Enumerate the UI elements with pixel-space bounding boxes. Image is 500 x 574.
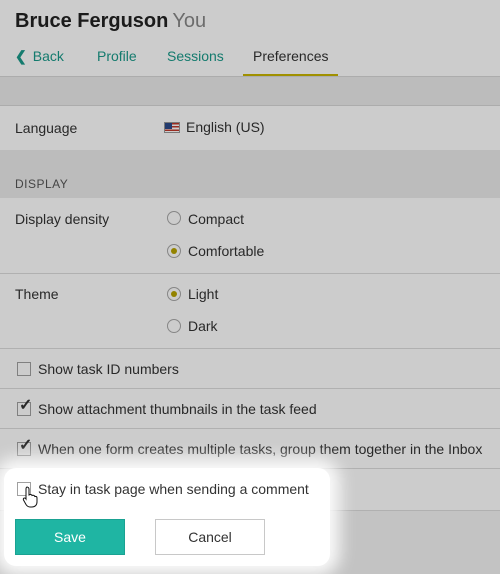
divider (0, 428, 500, 429)
radio-comfortable-label[interactable]: Comfortable (188, 243, 264, 259)
checkbox-show-task-id[interactable] (17, 362, 31, 376)
you-label: You (172, 10, 207, 32)
language-select[interactable]: English (US) (164, 119, 265, 135)
tab-preferences[interactable]: Preferences (243, 44, 339, 76)
theme-label: Theme (15, 286, 59, 302)
checkmark-icon: ✓ (19, 397, 33, 414)
page-title: Bruce Ferguson You (15, 10, 206, 33)
divider (0, 348, 500, 349)
radio-comfortable[interactable] (167, 244, 181, 258)
radio-dark-label[interactable]: Dark (188, 318, 218, 334)
hand-pointer-icon (22, 486, 38, 508)
header-divider-strip (0, 76, 500, 106)
radio-compact[interactable] (167, 211, 181, 225)
radio-dark[interactable] (167, 319, 181, 333)
divider (0, 273, 500, 274)
profile-tabs: ❮ Back Profile Sessions Preferences (0, 44, 500, 76)
tab-profile[interactable]: Profile (97, 44, 137, 76)
radio-compact-label[interactable]: Compact (188, 211, 244, 227)
display-section-header: DISPLAY (0, 150, 500, 198)
checkbox-show-task-id-label[interactable]: Show task ID numbers (38, 361, 179, 377)
profile-header: Bruce Ferguson You ❮ Back Profile Sessions… (0, 0, 500, 76)
user-name: Bruce Ferguson (15, 10, 169, 32)
checkbox-group-tasks-label[interactable]: When one form creates multiple tasks, gr… (38, 441, 482, 457)
checkbox-group-tasks[interactable]: ✓ (17, 438, 32, 456)
display-density-label: Display density (15, 211, 110, 227)
checkbox-show-thumbnails-label[interactable]: Show attachment thumbnails in the task f… (38, 401, 317, 417)
preferences-page: Bruce Ferguson You ❮ Back Profile Sessions… (0, 0, 500, 574)
divider (0, 388, 500, 389)
back-label: Back (32, 48, 64, 64)
back-link[interactable]: ❮ Back (15, 44, 64, 76)
language-label: Language (15, 120, 78, 136)
radio-light[interactable] (167, 287, 181, 301)
checkmark-icon: ✓ (19, 437, 33, 454)
chevron-left-icon: ❮ (15, 48, 27, 64)
tab-sessions[interactable]: Sessions (167, 44, 224, 76)
language-value: English (US) (186, 119, 265, 135)
save-button[interactable]: Save (15, 519, 125, 555)
us-flag-icon (164, 121, 180, 133)
cancel-button[interactable]: Cancel (155, 519, 265, 555)
display-section-title: DISPLAY (15, 177, 69, 191)
checkbox-stay-in-task-label[interactable]: Stay in task page when sending a comment (38, 481, 309, 497)
checkbox-show-thumbnails[interactable]: ✓ (17, 398, 32, 416)
radio-light-label[interactable]: Light (188, 286, 218, 302)
